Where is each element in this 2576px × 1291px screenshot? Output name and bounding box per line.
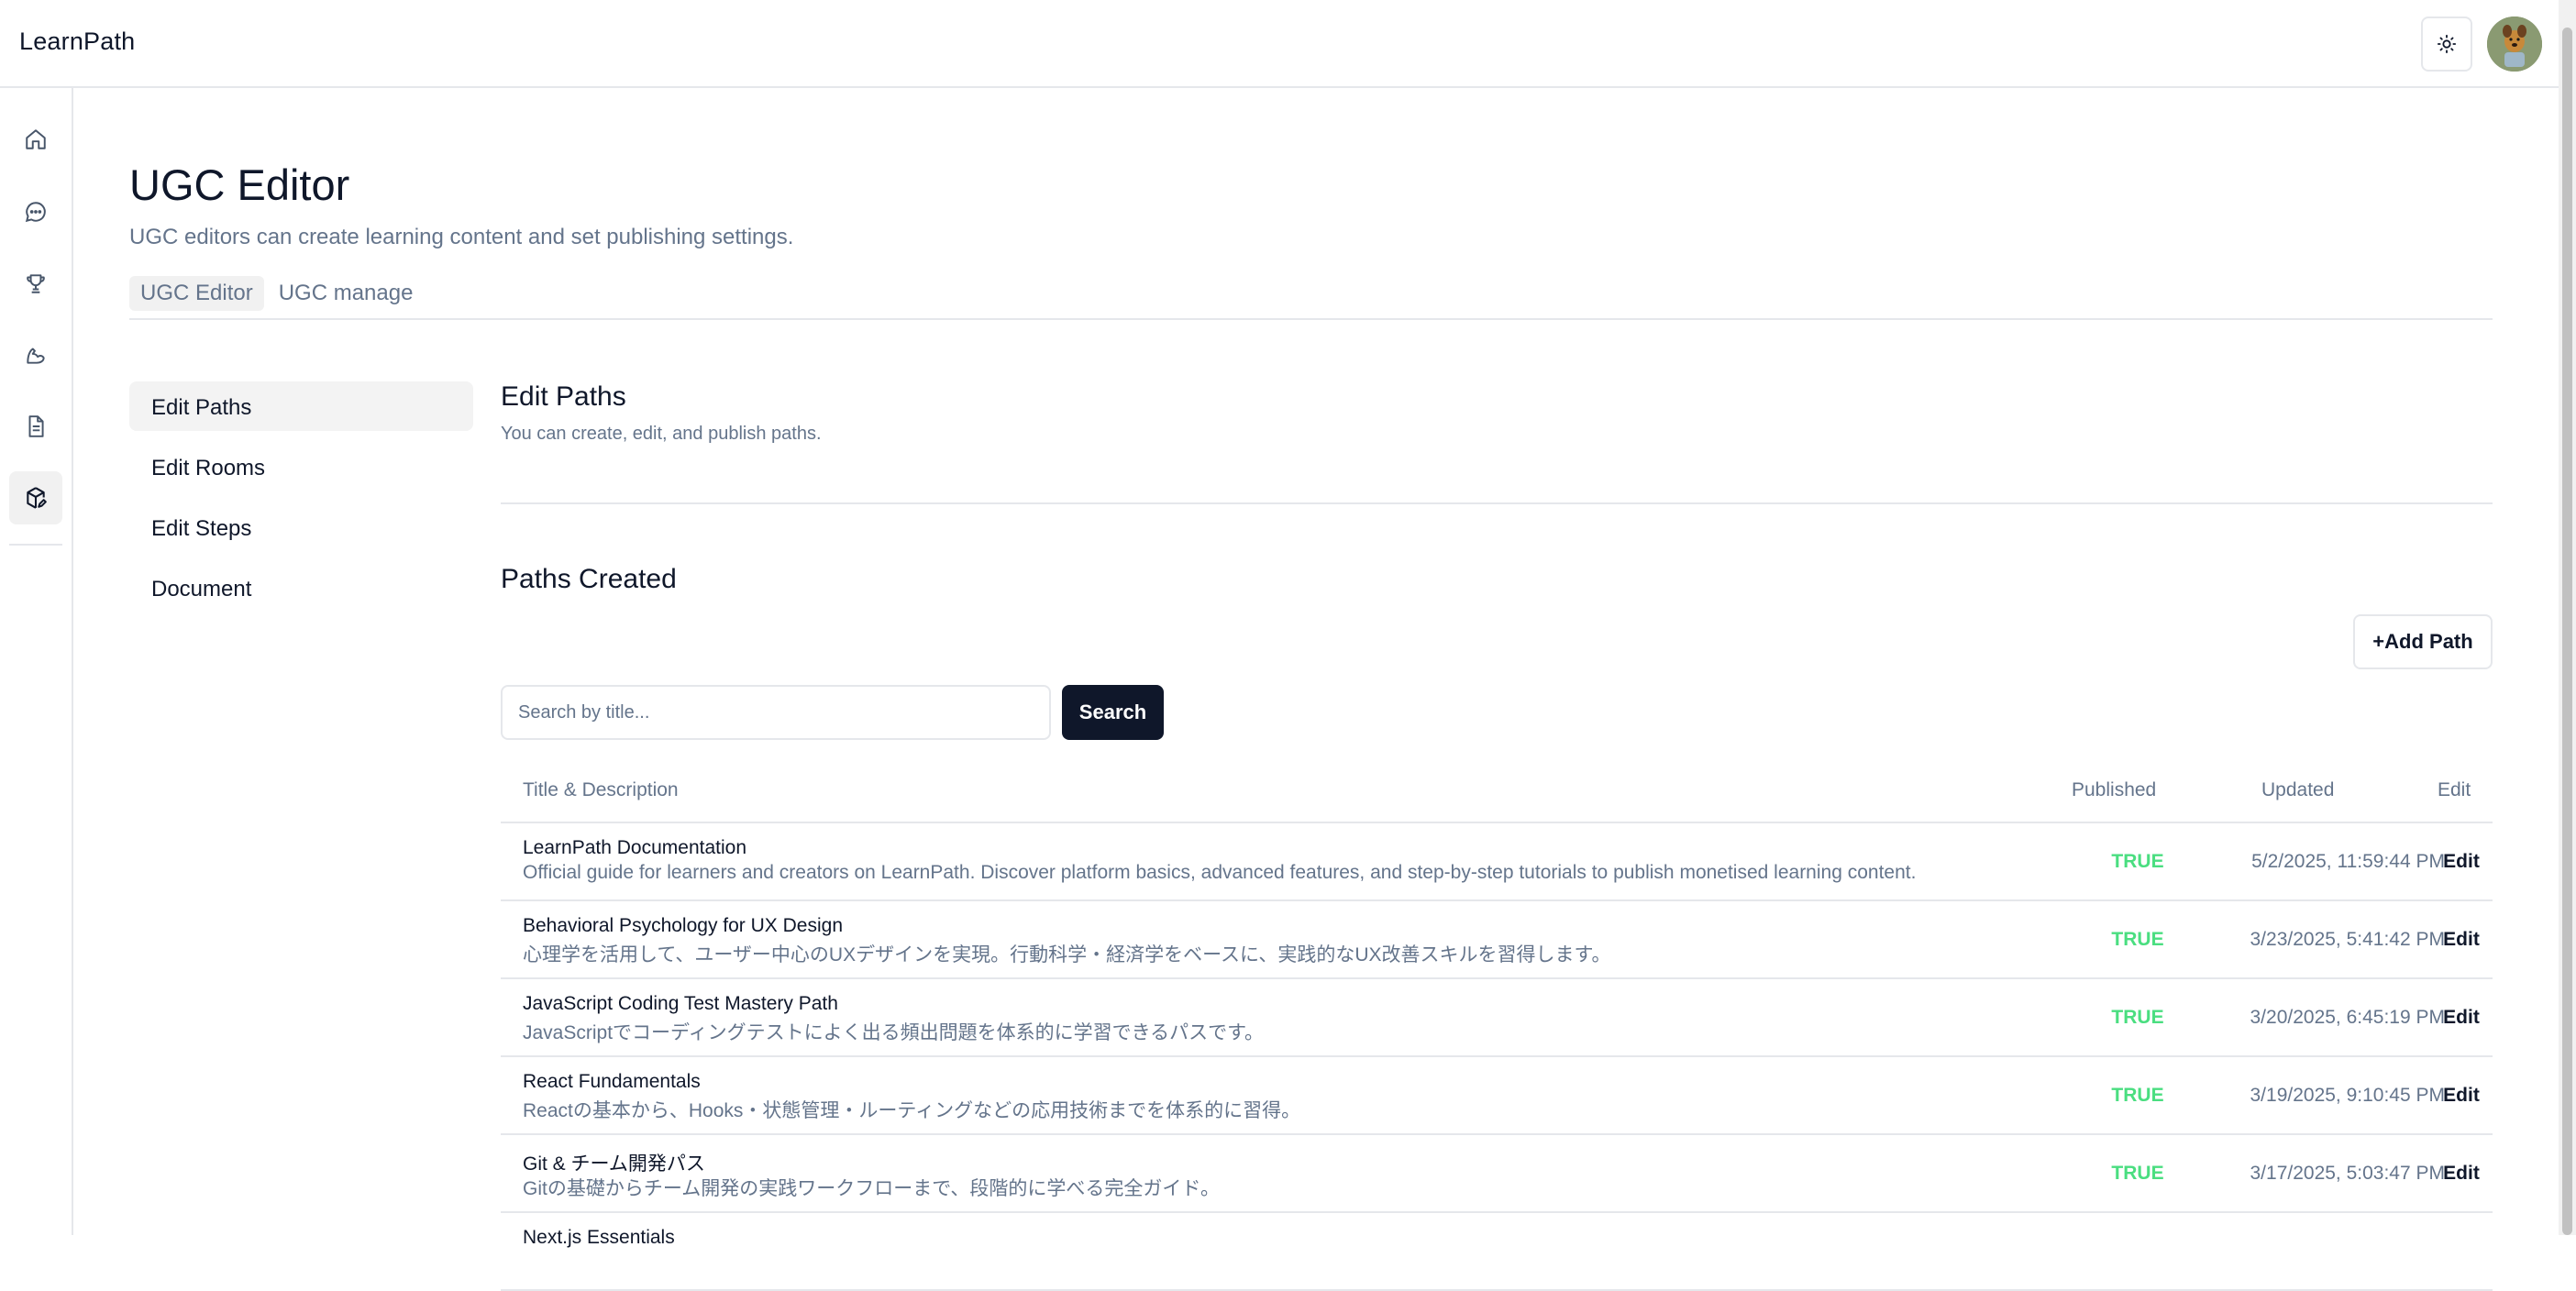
row-title: Next.js Essentials	[523, 1227, 675, 1248]
tab-ugc-manage[interactable]: UGC manage	[268, 276, 425, 311]
page-title: UGC Editor	[129, 160, 350, 209]
edit-link[interactable]: Edit	[2434, 929, 2489, 951]
column-updated: Updated	[2261, 779, 2335, 800]
table-row: Behavioral Psychology for UX Design 心理学を…	[501, 901, 2493, 979]
row-description: Reactの基本から、Hooks・状態管理・ルーティングなどの応用技術までを体系…	[523, 1100, 1301, 1121]
menu-item-edit-rooms[interactable]: Edit Rooms	[129, 442, 473, 491]
updated-timestamp: 5/2/2025, 11:59:44 PM	[2251, 851, 2445, 872]
paths-created-title: Paths Created	[501, 564, 677, 594]
section-subtitle: You can create, edit, and publish paths.	[501, 424, 822, 444]
column-edit: Edit	[2438, 779, 2471, 800]
published-status: TRUE	[2111, 1163, 2164, 1184]
nav-chat[interactable]	[9, 185, 62, 238]
table-row: LearnPath Documentation Official guide f…	[501, 823, 2493, 901]
nav-training[interactable]	[9, 328, 62, 381]
tab-ugc-editor[interactable]: UGC Editor	[129, 276, 264, 311]
row-description: JavaScriptでコーディングテストによく出る頻出問題を体系的に学習できるパ…	[523, 1022, 1265, 1043]
header-divider	[129, 318, 2493, 320]
user-avatar[interactable]	[2487, 17, 2542, 72]
sidebar-divider	[9, 544, 62, 546]
row-description: Gitの基礎からチーム開発の実践ワークフローまで、段階的に学べる完全ガイド。	[523, 1178, 1220, 1199]
row-title: JavaScript Coding Test Mastery Path	[523, 993, 838, 1014]
edit-link[interactable]: Edit	[2434, 1163, 2489, 1185]
published-status: TRUE	[2111, 1085, 2164, 1106]
column-title: Title & Description	[523, 779, 679, 800]
menu-item-document[interactable]: Document	[129, 563, 473, 612]
updated-timestamp: 3/17/2025, 5:03:47 PM	[2250, 1163, 2446, 1184]
page-subtitle: UGC editors can create learning content …	[129, 225, 794, 249]
search-button[interactable]: Search	[1062, 685, 1164, 740]
page-scrollbar[interactable]	[2559, 0, 2576, 1235]
theme-toggle-button[interactable]	[2421, 17, 2472, 72]
edit-link[interactable]: Edit	[2434, 1085, 2489, 1107]
edit-link[interactable]: Edit	[2434, 851, 2489, 873]
trophy-icon	[27, 274, 45, 293]
document-icon	[28, 415, 44, 437]
editor-menu: Edit Paths Edit Rooms Edit Steps Documen…	[129, 381, 473, 623]
row-title: Git & チーム開発パス	[523, 1153, 705, 1175]
section-title: Edit Paths	[501, 381, 626, 412]
edit-link[interactable]: Edit	[2434, 1007, 2489, 1029]
menu-item-edit-steps[interactable]: Edit Steps	[129, 502, 473, 552]
search-input[interactable]	[501, 685, 1051, 740]
row-description: Official guide for learners and creators…	[523, 862, 1917, 883]
row-title: LearnPath Documentation	[523, 837, 746, 858]
published-status: TRUE	[2111, 929, 2164, 950]
updated-timestamp: 3/20/2025, 6:45:19 PM	[2250, 1007, 2446, 1028]
table-row: Next.js Essentials	[501, 1213, 2493, 1291]
muscle-icon	[27, 348, 45, 364]
section-divider	[501, 502, 2493, 504]
row-title: Behavioral Psychology for UX Design	[523, 915, 844, 936]
brand-logo[interactable]: LearnPath	[19, 28, 135, 56]
updated-timestamp: 3/23/2025, 5:41:42 PM	[2250, 929, 2446, 950]
nav-home[interactable]	[9, 113, 62, 166]
scrollbar-thumb[interactable]	[2562, 28, 2572, 1235]
tab-bar: UGC Editor UGC manage	[129, 276, 424, 311]
table-row: React Fundamentals Reactの基本から、Hooks・状態管理…	[501, 1057, 2493, 1135]
nav-documents[interactable]	[9, 400, 62, 453]
table-row: Git & チーム開発パス Gitの基礎からチーム開発の実践ワークフローまで、段…	[501, 1135, 2493, 1213]
table-row: JavaScript Coding Test Mastery Path Java…	[501, 979, 2493, 1057]
nav-trophy[interactable]	[9, 257, 62, 310]
row-description: 心理学を活用して、ユーザー中心のUXデザインを実現。行動科学・経済学をベースに、…	[523, 944, 1611, 965]
published-status: TRUE	[2111, 851, 2164, 872]
paths-table: Title & Description Published Updated Ed…	[501, 752, 2493, 1291]
sidebar	[0, 88, 73, 1235]
top-bar: LearnPath	[0, 0, 2559, 88]
table-header: Title & Description Published Updated Ed…	[501, 752, 2493, 823]
chat-icon	[25, 202, 46, 223]
updated-timestamp: 3/19/2025, 9:10:45 PM	[2250, 1085, 2446, 1106]
add-path-button[interactable]: +Add Path	[2353, 614, 2493, 669]
sun-icon	[2437, 34, 2457, 54]
home-icon	[26, 129, 46, 149]
published-status: TRUE	[2111, 1007, 2164, 1028]
nav-ugc-editor[interactable]	[9, 471, 62, 524]
menu-item-edit-paths[interactable]: Edit Paths	[129, 381, 473, 431]
column-published: Published	[2072, 779, 2157, 800]
package-edit-icon	[27, 487, 47, 509]
row-title: React Fundamentals	[523, 1071, 701, 1092]
